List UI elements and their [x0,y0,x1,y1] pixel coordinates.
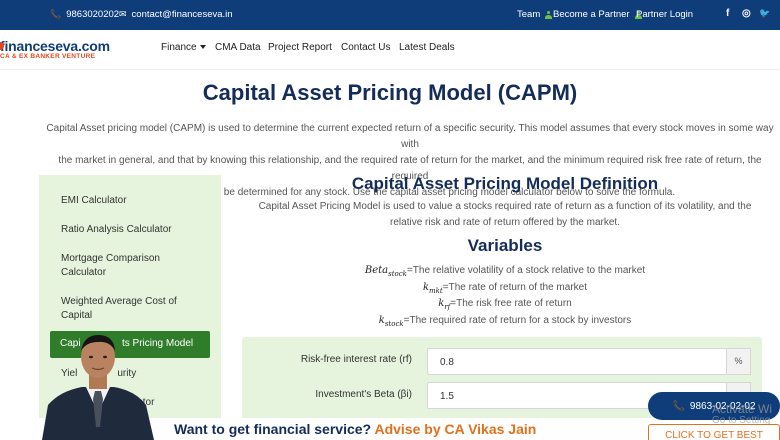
sidebar-item-label: Mortgage Comparison [61,253,160,264]
instagram-icon[interactable]: ◎ [742,8,751,19]
caret-down-icon [199,45,206,50]
sidebar-item-label: Weighted Average Cost of [61,296,177,307]
become-partner-link[interactable]: Become a Partner [553,9,644,20]
email-address: contact@financeseva.in [131,9,233,20]
phone-contact[interactable]: 📞 9863020202 [50,9,119,20]
banner-text: Want to get financial service? Advise by… [174,421,536,437]
variables-title: Variables [467,236,543,255]
banner-question: Want to get financial service? [174,421,372,437]
banner-accent: Advise by CA Vikas Jain [374,421,537,437]
nav-project-report[interactable]: Project Report [268,42,332,53]
main-navbar: financeseva.com CA & EX BANKER VENTURE F… [0,30,780,70]
sidebar-item-label: Capital [61,310,93,321]
team-link[interactable]: Team [517,9,554,20]
person-icon [545,10,553,19]
advisor-photo [40,333,156,440]
variable-symbol: krf [438,298,451,311]
logo-name: financeseva.com [0,38,110,54]
sidebar-item-label: Calculator [61,267,107,278]
best-deals-button[interactable]: CLICK TO GET BEST DEALS [648,424,780,440]
definition-text: Capital Asset Pricing Model is used to v… [240,199,770,231]
nav-finance[interactable]: Finance [161,42,206,53]
phone-number: 9863020202 [66,9,120,20]
sidebar-item-emi[interactable]: EMI Calculator [61,194,127,208]
nav-cma-data[interactable]: CMA Data [215,42,261,53]
team-link-label: Team [517,9,541,20]
variable-k-mkt: kmkt=The rate of return of the market [230,282,780,295]
phone-icon: 📞 [672,400,685,412]
page-title: Capital Asset Pricing Model (CAPM) [202,80,578,105]
variable-symbol: kmkt [422,282,443,295]
logo-tagline: CA & EX BANKER VENTURE [0,53,96,60]
definition-title: Capital Asset Pricing Model Definition [351,174,659,193]
variable-description: =The required rate of return for a stock… [403,315,632,326]
become-partner-label: Become a Partner [553,9,630,20]
variable-k-stock: kstock=The required rate of return for a… [230,315,780,328]
variable-description: =The relative volatility of a stock rela… [406,265,646,276]
rf-input[interactable]: 0.8 [427,348,727,375]
twitter-icon[interactable]: 🐦 [759,8,770,19]
email-contact[interactable]: ✉ contact@financeseva.in [119,9,233,20]
rf-label: Risk-free interest rate (rf) [300,354,412,365]
sidebar-item-mortgage[interactable]: Mortgage Comparison Calculator [61,252,160,280]
definition-line: relative risk and rate of return offered… [390,217,620,228]
nav-contact-us[interactable]: Contact Us [341,42,390,53]
percent-addon: % [727,348,751,375]
site-logo[interactable]: financeseva.com CA & EX BANKER VENTURE [0,38,110,60]
variable-beta-stock: Betastock=The relative volatility of a s… [230,265,780,278]
partner-login-link[interactable]: Partner Login [636,9,693,20]
nav-finance-label: Finance [161,42,197,53]
variable-k-rf: krf=The risk free rate of return [230,298,780,311]
intro-line: Capital Asset pricing model (CAPM) is us… [46,123,774,150]
variable-symbol: Betastock [364,265,407,278]
top-contact-bar: 📞 9863020202 ✉ contact@financeseva.in Te… [0,0,780,30]
partner-login-label: Partner Login [636,9,694,20]
facebook-icon[interactable]: f [726,8,729,19]
phone-icon: 📞 [50,9,62,19]
watermark-line: Activate Wi [712,402,773,416]
envelope-icon: ✉ [119,9,127,19]
sidebar-item-wacc[interactable]: Weighted Average Cost of Capital [61,295,177,323]
variable-description: =The rate of return of the market [442,282,587,293]
beta-label: Investment's Beta (βi) [315,389,412,400]
definition-line: Capital Asset Pricing Model is used to v… [258,201,752,212]
sidebar-item-ratio-analysis[interactable]: Ratio Analysis Calculator [61,223,172,237]
variable-description: =The risk free rate of return [450,298,572,309]
nav-latest-deals[interactable]: Latest Deals [399,42,455,53]
variable-symbol: kstock [378,315,404,328]
